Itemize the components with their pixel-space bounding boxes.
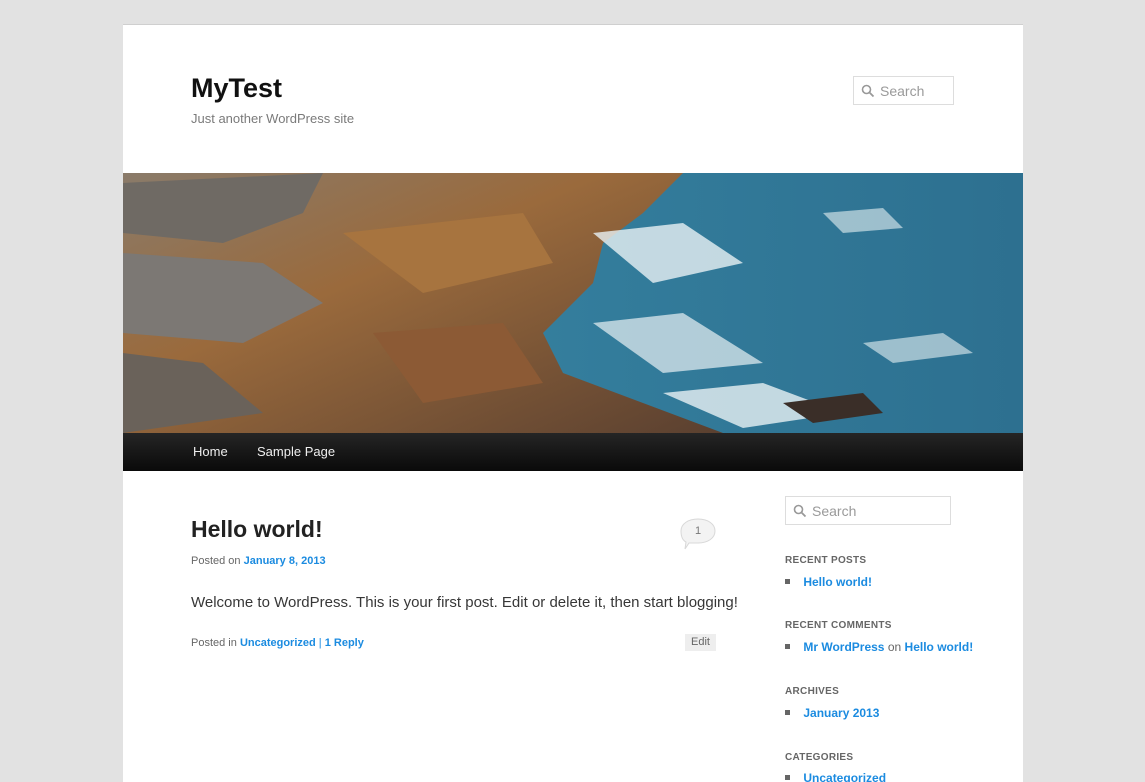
category-link[interactable]: Uncategorized xyxy=(240,637,316,649)
comment-post-link[interactable]: Hello world! xyxy=(905,640,974,654)
posted-on-label: Posted on xyxy=(191,555,241,567)
reply-link[interactable]: 1 Reply xyxy=(325,637,364,649)
footer-separator: | xyxy=(318,637,322,649)
post-date-link[interactable]: January 8, 2013 xyxy=(244,555,326,567)
post-title[interactable]: Hello world! xyxy=(191,516,323,543)
archives-title: Archives xyxy=(785,686,840,697)
site-description: Just another WordPress site xyxy=(191,111,355,126)
nav-item-home[interactable]: Home xyxy=(193,444,228,459)
posted-in-label: Posted in xyxy=(191,637,237,649)
list-item: Uncategorized xyxy=(785,771,886,782)
page-container: MyTest Just another WordPress site Searc… xyxy=(123,24,1023,782)
sidebar-search-placeholder: Search xyxy=(812,502,857,519)
header-search-input[interactable]: Search xyxy=(853,76,954,105)
comment-on-text: on xyxy=(887,640,902,654)
categories-title: Categories xyxy=(785,752,854,763)
header-image[interactable] xyxy=(123,173,1023,433)
header-search-placeholder: Search xyxy=(880,82,925,99)
comment-count[interactable]: 1 xyxy=(679,525,717,537)
search-icon xyxy=(793,504,807,517)
list-item: January 2013 xyxy=(785,706,879,720)
list-item: Mr WordPress on Hello world! xyxy=(785,640,973,654)
site-title[interactable]: MyTest xyxy=(191,73,282,104)
comment-author-link[interactable]: Mr WordPress xyxy=(803,640,884,654)
post-content: Welcome to WordPress. This is your first… xyxy=(191,594,738,611)
recent-post-link[interactable]: Hello world! xyxy=(803,575,872,589)
nav-item-sample-page[interactable]: Sample Page xyxy=(257,444,335,459)
archive-link[interactable]: January 2013 xyxy=(803,706,879,720)
post-footer: Posted in Uncategorized | 1 Reply xyxy=(191,637,364,649)
list-item: Hello world! xyxy=(785,575,872,589)
sidebar-search-input[interactable]: Search xyxy=(785,496,951,525)
category-widget-link[interactable]: Uncategorized xyxy=(803,771,886,782)
main-navigation: Home Sample Page xyxy=(123,433,1023,471)
recent-comments-title: Recent Comments xyxy=(785,620,892,631)
search-icon xyxy=(861,84,875,97)
recent-posts-title: Recent Posts xyxy=(785,555,867,566)
edit-button[interactable]: Edit xyxy=(685,634,716,651)
post-meta: Posted on January 8, 2013 xyxy=(191,555,326,567)
